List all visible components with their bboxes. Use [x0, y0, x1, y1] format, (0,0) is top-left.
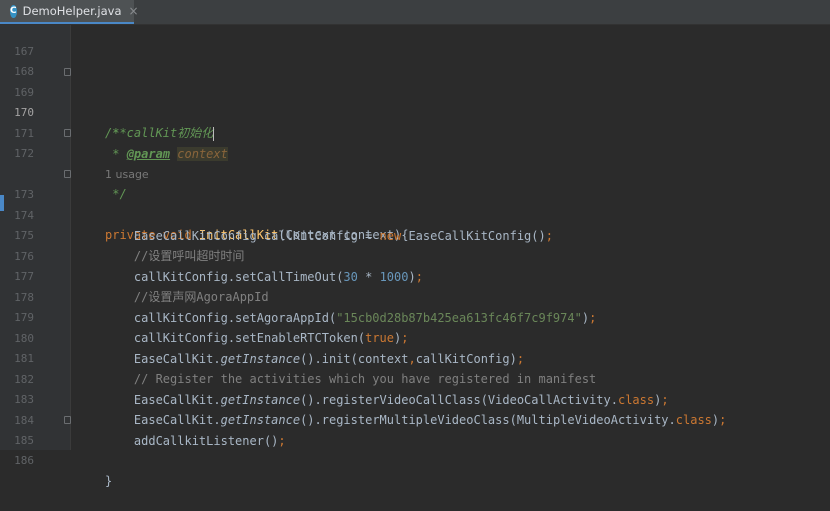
code-line: 183 EaseCallKit.getInstance().registerMu… — [0, 370, 830, 427]
code-line: 178 callKitConfig.setAgoraAppId("15cb0d2… — [0, 268, 830, 325]
code-line: 174 EaseCallKitConfig callKitConfig = ne… — [0, 186, 830, 243]
code-line: 179 callKitConfig.setEnableRTCToken(true… — [0, 288, 830, 345]
usage-hint-row: 1 usage — [0, 145, 830, 181]
fold-icon[interactable] — [64, 170, 71, 178]
code-line: 186 — [0, 431, 830, 467]
code-line: 169 /** — [0, 63, 830, 140]
fold-icon[interactable] — [64, 68, 71, 76]
code-line-current: 170 * callKit初始化 — [0, 83, 830, 141]
code-line: 184 addCallkitListener(); — [0, 391, 830, 448]
code-line: 177 //设置声网AgoraAppId — [0, 247, 830, 304]
code-line: 172 */ — [0, 124, 830, 201]
code-line: 185 } — [0, 411, 830, 488]
code-editor[interactable]: 167 168 169 /** 170 * callKit初始化 171 * @… — [0, 22, 830, 488]
java-class-icon: C — [10, 4, 17, 18]
tab-demohelper-java[interactable]: C DemoHelper.java × — [0, 0, 139, 24]
code-line: 171 * @param context — [0, 104, 830, 161]
code-line: 168 — [0, 42, 830, 78]
code-line: 173 private void InitCallKit(Context con… — [0, 165, 830, 242]
close-icon[interactable]: × — [129, 4, 139, 18]
code-line: 175 //设置呼叫超时时间 — [0, 206, 830, 263]
code-line: 176 callKitConfig.setCallTimeOut(30 * 10… — [0, 227, 830, 284]
code-line: 181 // Register the activities which you… — [0, 329, 830, 386]
code-line: 167 — [0, 22, 830, 58]
code-line: 180 EaseCallKit.getInstance().init(conte… — [0, 309, 830, 366]
line-number: 186 — [14, 454, 34, 467]
fold-icon[interactable] — [64, 416, 71, 424]
fold-icon[interactable] — [64, 129, 71, 137]
code-text: } — [105, 474, 113, 488]
code-line: 182 EaseCallKit.getInstance().registerVi… — [0, 350, 830, 407]
tab-title: DemoHelper.java — [22, 4, 122, 18]
